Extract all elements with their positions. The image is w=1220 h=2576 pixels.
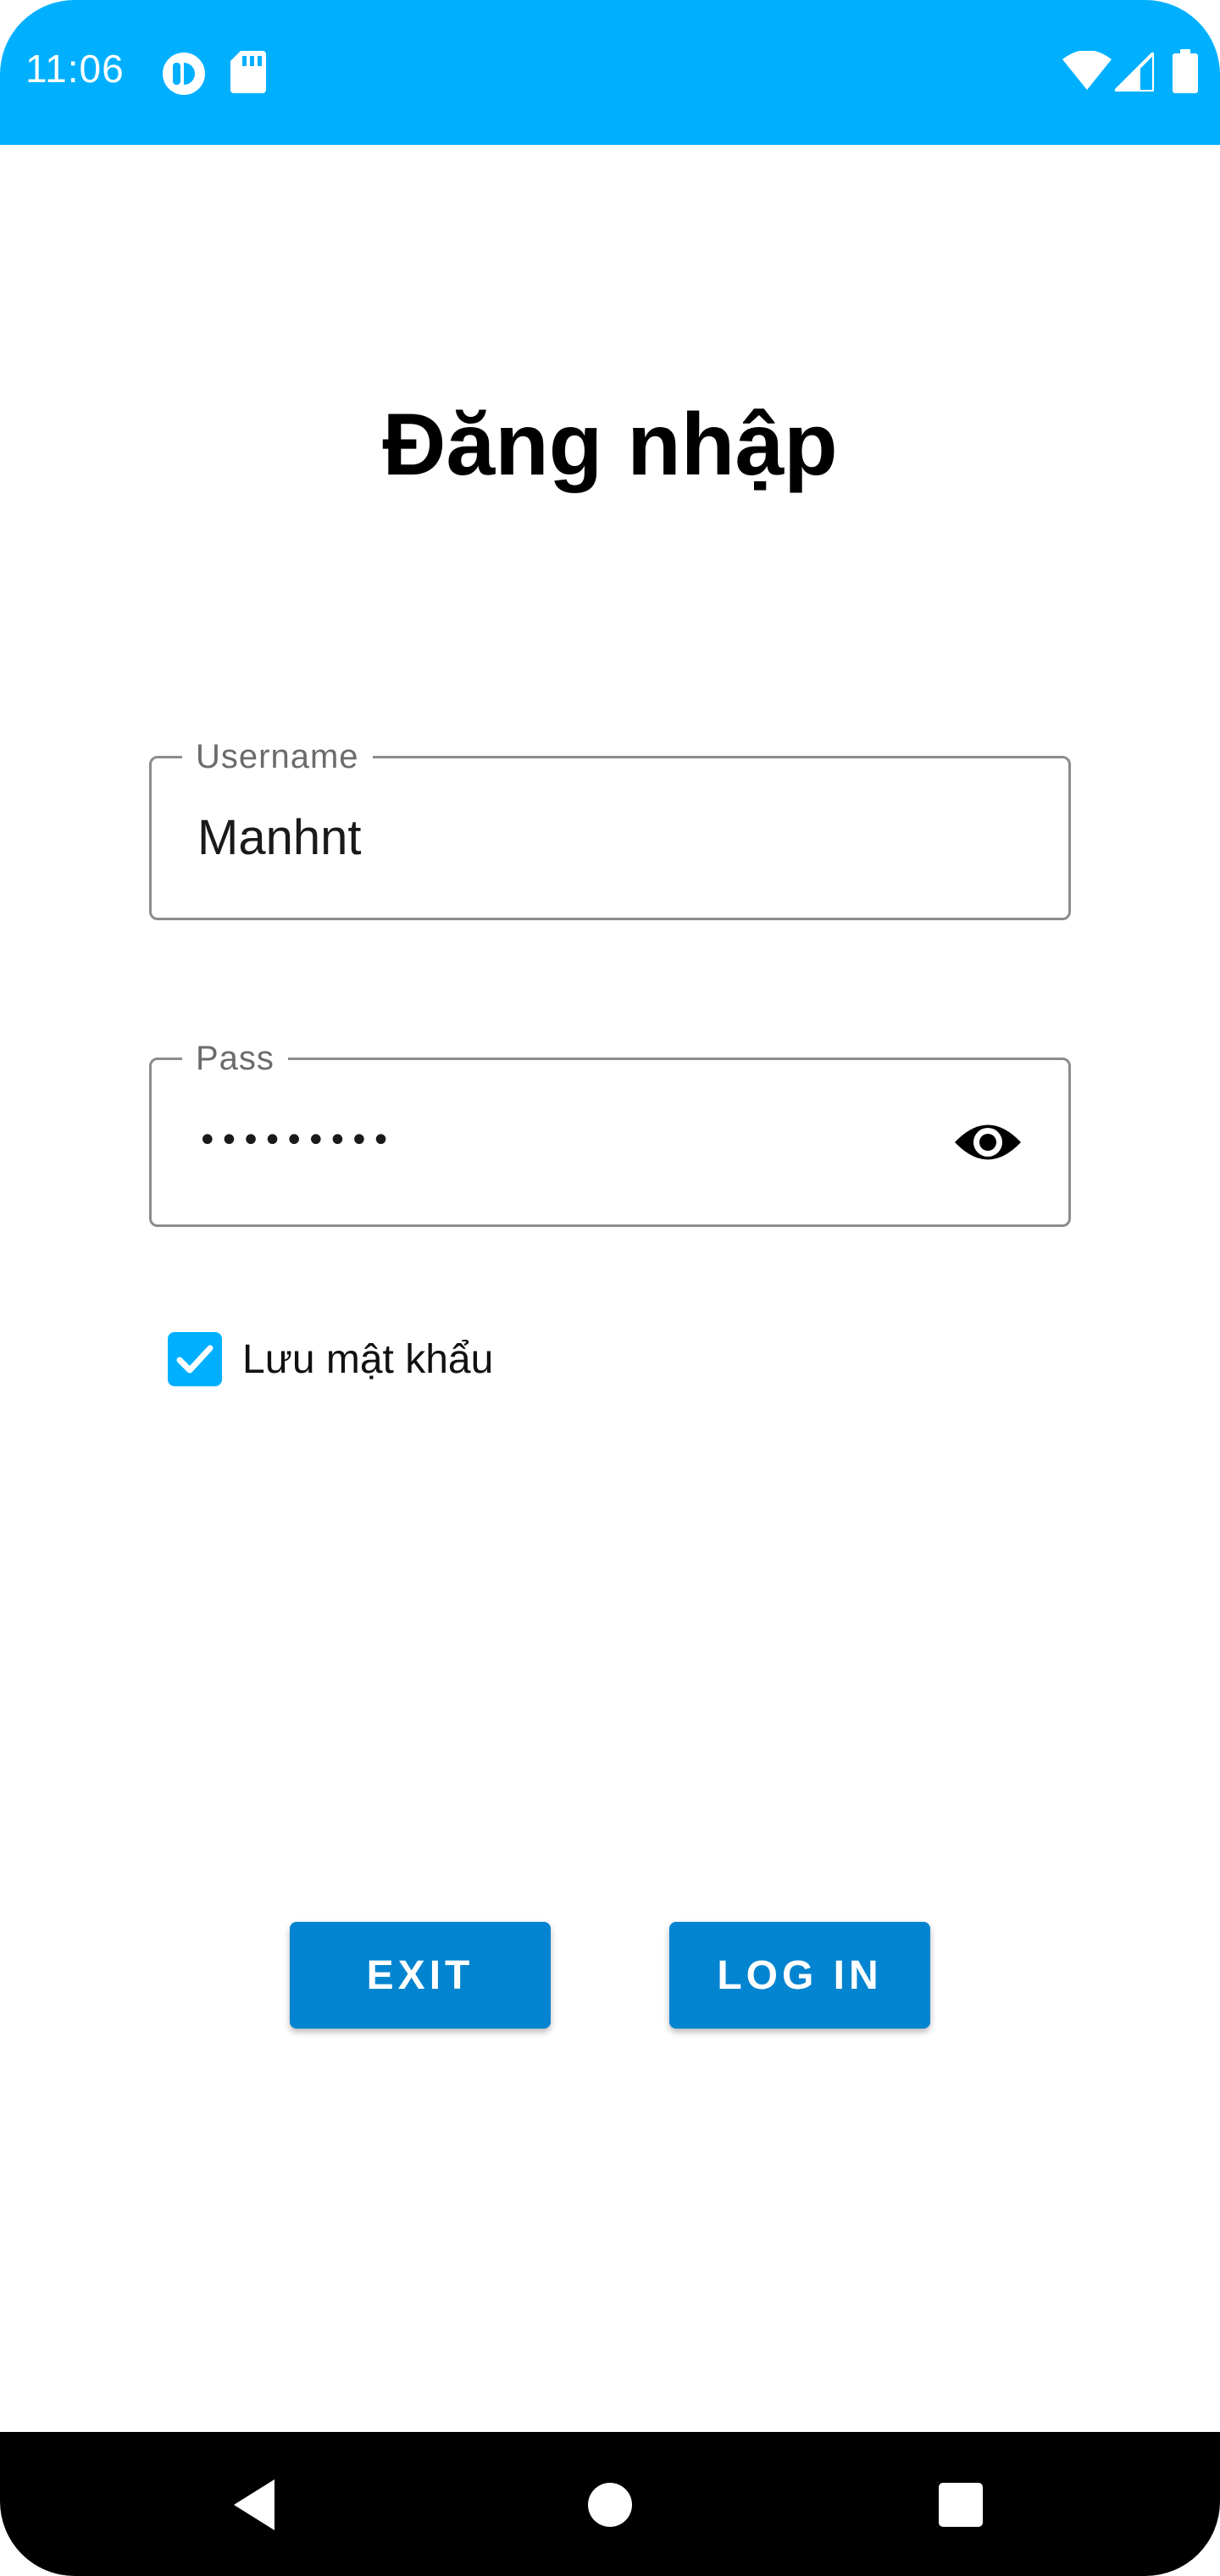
remember-password-checkbox[interactable]: Lưu mật khẩu [168,1332,493,1386]
status-bar: 11:06 [0,0,1220,145]
checkbox[interactable] [168,1332,222,1386]
check-icon [176,1345,214,1374]
navigation-bar [0,2432,1220,2576]
eye-icon[interactable] [953,1114,1023,1170]
login-button[interactable]: LOG IN [669,1922,930,2029]
password-label: Pass [182,1038,288,1079]
sync-icon [161,51,207,97]
password-field[interactable]: Pass ••••••••• [149,1038,1071,1227]
home-icon[interactable] [576,2471,644,2539]
sd-card-icon [230,51,266,97]
username-field[interactable]: Username Manhnt [149,736,1071,920]
status-time: 11:06 [25,47,125,91]
cell-signal-icon [1111,48,1156,95]
battery-icon [1173,49,1198,97]
password-value[interactable]: ••••••••• [197,1121,392,1160]
page-title: Đăng nhập [382,396,838,494]
username-value[interactable]: Manhnt [197,809,361,866]
remember-password-label: Lưu mật khẩu [242,1336,494,1382]
recents-icon[interactable] [927,2471,995,2539]
login-screen: 11:06 Đăng nhập Username Manhnt Pass •••… [0,0,1220,2576]
username-label: Username [182,736,373,777]
wifi-icon [1062,50,1112,93]
back-icon[interactable] [220,2471,288,2539]
exit-button[interactable]: EXIT [290,1922,551,2029]
